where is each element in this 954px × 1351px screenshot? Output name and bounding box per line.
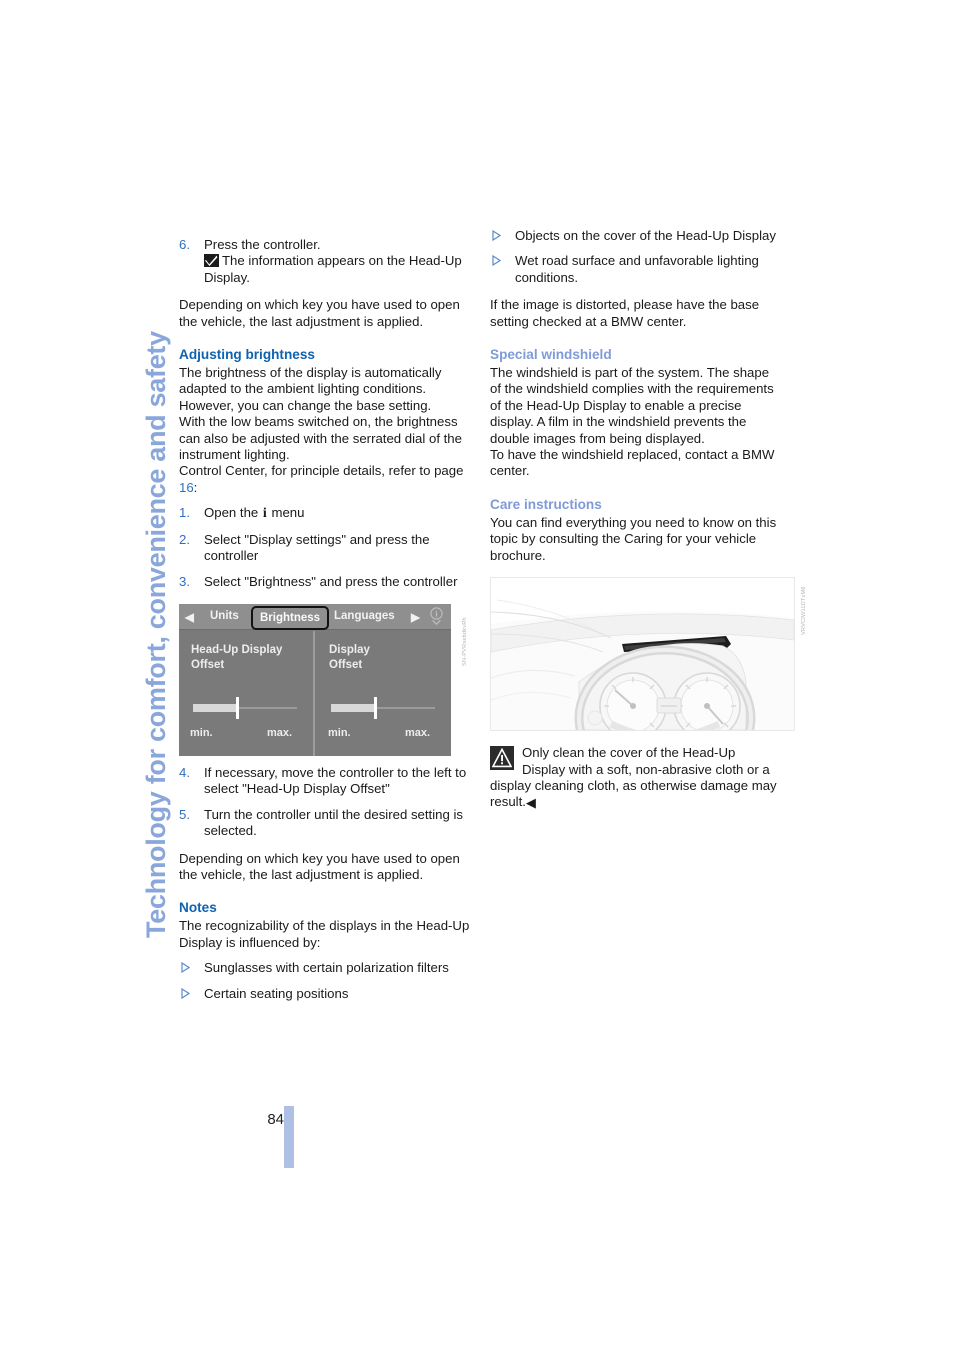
pane-display-offset[interactable]: Display Offset min. max.	[317, 631, 451, 756]
step-text: Select "Display settings" and press the …	[204, 531, 430, 564]
bullet-text: Objects on the cover of the Head-Up Disp…	[515, 228, 776, 243]
step-number: 3.	[179, 573, 190, 589]
step-number: 5.	[179, 806, 190, 822]
list-item: 4. If necessary, move the controller to …	[179, 765, 471, 798]
paragraph-depending-2: Depending on which key you have used to …	[179, 850, 460, 882]
slider-fill	[331, 703, 375, 712]
notes-bullet-list: Sunglasses with certain polarization fil…	[179, 960, 471, 1002]
list-item: 6. Press the controller. The information…	[179, 237, 471, 286]
paragraph-control-center: Control Center, for principle details, r…	[179, 463, 471, 496]
step-text: Press the controller.	[204, 237, 321, 252]
dashboard-illustration-figure: VRVCIW11DTxM6	[490, 577, 807, 732]
steps-list-continued: 6. Press the controller. The information…	[179, 237, 471, 286]
triangle-bullet-icon	[181, 987, 190, 999]
paragraph-depending-1: Depending on which key you have used to …	[179, 297, 460, 329]
slider-knob[interactable]	[236, 696, 239, 719]
step-text-before: Open the	[204, 505, 262, 521]
list-item: Certain seating positions	[179, 986, 471, 1002]
triangle-bullet-icon	[492, 255, 501, 267]
step-number: 4.	[179, 764, 190, 780]
idrive-screen: ◀ Units Brightness Languages ▶ i Head-Up…	[179, 603, 451, 756]
heading-care-instructions: Care instructions	[490, 496, 602, 512]
next-arrow-icon[interactable]: ▶	[411, 610, 420, 626]
slider-min-label: min.	[190, 726, 213, 739]
page-number-block: 84	[252, 1106, 312, 1176]
idrive-menu-bar: ◀ Units Brightness Languages ▶ i	[179, 603, 451, 631]
checkmark-icon	[204, 254, 219, 268]
triangle-bullet-icon	[181, 962, 190, 974]
bullet-text: Certain seating positions	[204, 985, 349, 1001]
figure-code: VRVCIW11DTxM6	[801, 586, 807, 636]
paragraph-brightness-1: The brightness of the display is automat…	[179, 365, 442, 413]
page-marker-bar	[284, 1106, 294, 1168]
paragraph-distorted: If the image is distorted, please have t…	[490, 297, 760, 329]
steps-list-4-5: 4. If necessary, move the controller to …	[179, 765, 471, 840]
figure-code: SN-PVRsebdkvRh	[462, 617, 468, 666]
top-bullet-list: Objects on the cover of the Head-Up Disp…	[490, 228, 782, 286]
svg-text:i: i	[435, 610, 438, 619]
list-item: Sunglasses with certain polarization fil…	[179, 960, 471, 976]
chapter-title-text: Technology for comfort, convenience and …	[141, 331, 171, 938]
slider-max-label: max.	[405, 726, 431, 739]
step-result-text: The information appears on the Head-Up D…	[204, 253, 462, 285]
paragraph-windshield-2: To have the windshield replaced, contact…	[490, 447, 775, 479]
slider-fill	[193, 703, 237, 712]
step-number: 2.	[179, 531, 190, 547]
list-item: 5. Turn the controller until the desired…	[179, 807, 471, 840]
control-center-text-a: Control Center, for principle details, r…	[179, 463, 464, 479]
dashboard-illustration	[490, 577, 795, 732]
left-column: 6. Press the controller. The information…	[179, 228, 471, 1002]
paragraph-care: You can find everything you need to know…	[490, 514, 777, 563]
pane-title: Display Offset	[329, 643, 370, 671]
step-text-after: menu	[267, 505, 305, 521]
paragraph-notes: The recognizability of the displays in t…	[179, 918, 470, 950]
slider-max-label: max.	[267, 726, 293, 739]
page-reference-16: 16	[179, 479, 194, 495]
step-text: Turn the controller until the desired se…	[204, 806, 463, 839]
list-item: 2. Select "Display settings" and press t…	[179, 532, 471, 565]
slider-knob[interactable]	[374, 696, 377, 719]
heading-adjusting-brightness: Adjusting brightness	[179, 347, 315, 363]
heading-special-windshield: Special windshield	[490, 347, 612, 363]
pane-title: Head-Up Display Offset	[191, 643, 283, 671]
menu-item-brightness-selected[interactable]: Brightness	[251, 605, 330, 631]
idrive-brightness-screenshot: ◀ Units Brightness Languages ▶ i Head-Up…	[179, 603, 471, 756]
pane-head-up-display-offset[interactable]: Head-Up Display Offset min. max.	[179, 630, 315, 756]
warning-triangle-icon	[490, 746, 514, 771]
step-number: 1.	[179, 505, 190, 521]
page-number: 84	[267, 1111, 284, 1128]
list-item: Objects on the cover of the Head-Up Disp…	[490, 228, 782, 244]
bullet-text: Wet road surface and unfavorable lightin…	[515, 253, 759, 285]
heading-notes: Notes	[179, 900, 217, 916]
slider-min-label: min.	[328, 726, 351, 739]
paragraph-windshield-1: The windshield is part of the system. Th…	[490, 365, 774, 446]
warning-end-marker: ◀	[525, 795, 537, 811]
steps-list-1-3: 1. Open the i menu 2. Select "Display se…	[179, 505, 471, 590]
bullet-text: Sunglasses with certain polarization fil…	[204, 960, 449, 976]
control-center-text-b: :	[193, 479, 198, 495]
menu-item-units[interactable]: Units	[210, 608, 239, 624]
step-text: Select "Brightness" and press the contro…	[204, 573, 458, 589]
paragraph-brightness-2: With the low beams switched on, the brig…	[179, 414, 462, 463]
list-item: Wet road surface and unfavorable lightin…	[490, 253, 782, 286]
step-number: 6.	[179, 237, 190, 252]
list-item: 1. Open the i menu	[179, 505, 471, 522]
info-button-icon[interactable]: i	[429, 607, 444, 626]
step-text: If necessary, move the controller to the…	[204, 764, 467, 797]
list-item: 3. Select "Brightness" and press the con…	[179, 574, 471, 590]
chapter-title: Technology for comfort, convenience and …	[0, 0, 171, 1351]
warning-note: Only clean the cover of the Head-Up Disp…	[490, 745, 782, 812]
menu-item-languages[interactable]: Languages	[334, 608, 395, 624]
right-column: Objects on the cover of the Head-Up Disp…	[490, 228, 807, 812]
triangle-bullet-icon	[492, 230, 501, 241]
previous-arrow-icon[interactable]: ◀	[185, 610, 194, 626]
